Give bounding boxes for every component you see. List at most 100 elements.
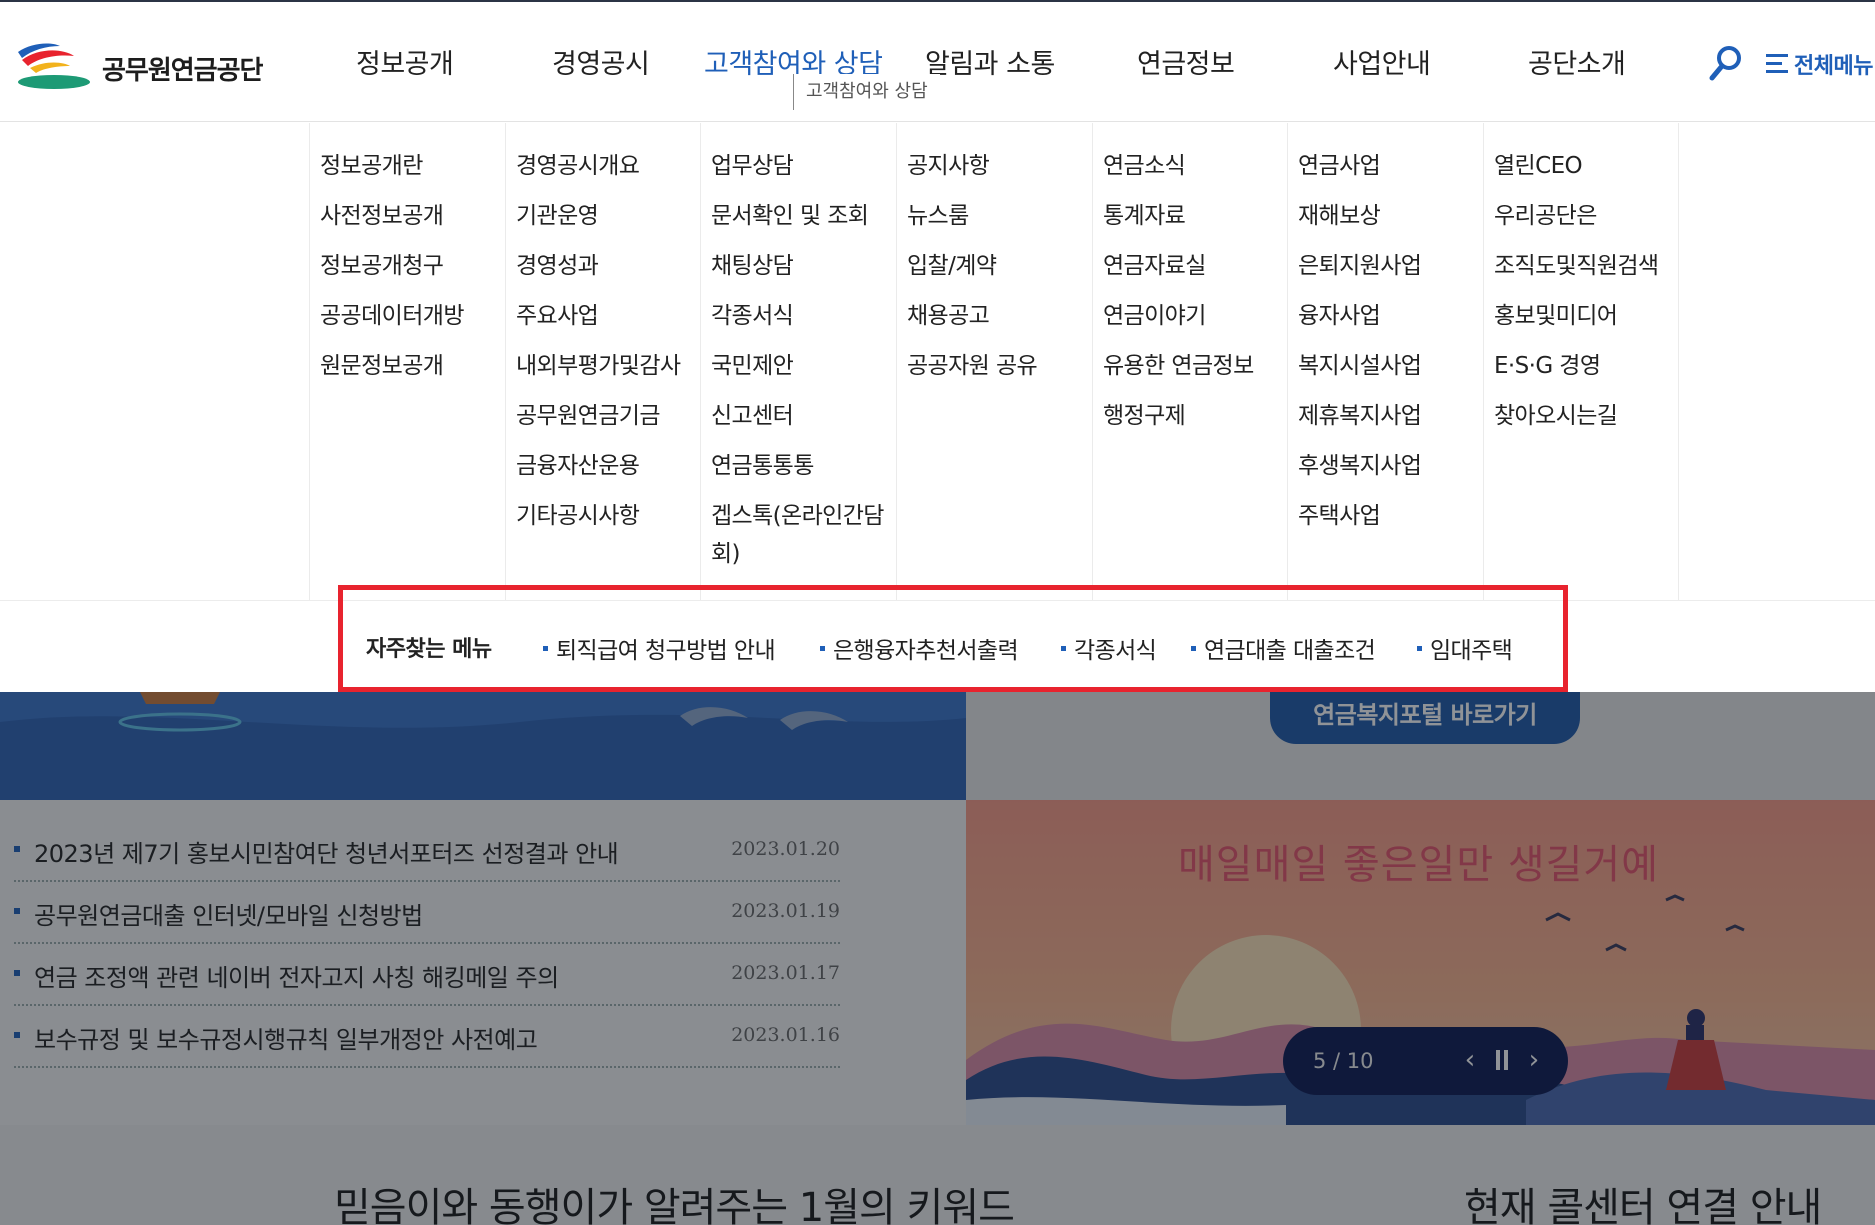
menu-item[interactable]: 업무상담 — [711, 141, 896, 191]
menu-item[interactable]: 열린CEO — [1494, 141, 1678, 191]
notice-list: 2023년 제7기 홍보시민참여단 청년서포터즈 선정결과 안내 2023.01… — [0, 800, 966, 1125]
menu-item[interactable]: 후생복지사업 — [1298, 441, 1483, 491]
quick-link-retirement-claim[interactable]: 퇴직급여 청구방법 안내 — [543, 631, 776, 665]
menu-item[interactable]: 겝스톡(온라인간담회) — [711, 491, 891, 573]
menu-item[interactable]: 공공자원 공유 — [907, 341, 1092, 391]
notice-title-text: 연금 조정액 관련 네이버 전자고지 사칭 해킹메일 주의 — [34, 964, 559, 992]
menu-item[interactable]: 공공데이터개방 — [320, 291, 505, 341]
menu-item[interactable]: 연금사업 — [1298, 141, 1483, 191]
mega-column-business-guide: 연금사업 재해보상 은퇴지원사업 융자사업 복지시설사업 제휴복지사업 후생복지… — [1287, 123, 1483, 600]
ocean-illustration — [0, 692, 966, 800]
bullet-icon — [14, 908, 20, 914]
menu-item[interactable]: 신고센터 — [711, 391, 896, 441]
menu-item[interactable]: 연금통통통 — [711, 441, 896, 491]
menu-item[interactable]: 조직도및직원검색 — [1494, 241, 1678, 291]
banner-pager: 5 / 10 ‹ › — [1283, 1027, 1568, 1095]
mega-column-news-communication: 공지사항 뉴스룸 입찰/계약 채용공고 공공자원 공유 — [896, 123, 1092, 600]
menu-item[interactable]: 연금소식 — [1103, 141, 1288, 191]
notice-date: 2023.01.20 — [731, 838, 840, 860]
chevron-left-icon[interactable]: ‹ — [1457, 1045, 1483, 1075]
mega-column-customer-participation: 업무상담 문서확인 및 조회 채팅상담 각종서식 국민제안 신고센터 연금통통통… — [700, 123, 896, 600]
notice-title: 보수규정 및 보수규정시행규칙 일부개정안 사전예고 — [14, 1020, 538, 1055]
menu-item[interactable]: 채팅상담 — [711, 241, 896, 291]
quick-link-label: 은행융자추천서출력 — [833, 638, 1019, 664]
pause-icon[interactable] — [1489, 1045, 1515, 1075]
notice-item[interactable]: 연금 조정액 관련 네이버 전자고지 사칭 해킹메일 주의 2023.01.17 — [14, 944, 840, 1006]
menu-item[interactable]: E·S·G 경영 — [1494, 341, 1678, 391]
notice-title-text: 보수규정 및 보수규정시행규칙 일부개정안 사전예고 — [34, 1026, 538, 1054]
menu-item[interactable]: 찾아오시는길 — [1494, 391, 1678, 441]
keyword-section-title: 믿음이와 동행이가 알려주는 1월의 키워드 — [334, 1185, 1015, 1225]
notice-title-text: 공무원연금대출 인터넷/모바일 신청방법 — [34, 902, 423, 930]
search-icon[interactable] — [1708, 44, 1744, 84]
menu-item[interactable]: 경영공시개요 — [516, 141, 701, 191]
menu-item[interactable]: 각종서식 — [711, 291, 896, 341]
notice-item[interactable]: 공무원연금대출 인터넷/모바일 신청방법 2023.01.19 — [14, 882, 840, 944]
menu-item[interactable]: 문서확인 및 조회 — [711, 191, 896, 241]
mega-column-management-disclosure: 경영공시개요 기관운영 경영성과 주요사업 내외부평가및감사 공무원연금기금 금… — [505, 123, 701, 600]
notice-title: 2023년 제7기 홍보시민참여단 청년서포터즈 선정결과 안내 — [14, 834, 619, 869]
menu-item[interactable]: 융자사업 — [1298, 291, 1483, 341]
welfare-portal-button[interactable]: 연금복지포털 바로가기 — [1270, 692, 1580, 744]
gnb-tooltip: 고객참여와 상담 — [793, 74, 940, 110]
menu-item[interactable]: 행정구제 — [1103, 391, 1288, 441]
bullet-icon — [1417, 646, 1422, 651]
menu-item[interactable]: 복지시설사업 — [1298, 341, 1483, 391]
menu-item[interactable]: 기타공시사항 — [516, 491, 701, 541]
menu-item[interactable]: 통계자료 — [1103, 191, 1288, 241]
site-logo[interactable]: 공무원연금공단 — [16, 40, 306, 90]
menu-item[interactable]: 홍보및미디어 — [1494, 291, 1678, 341]
gnb-about[interactable]: 공단소개 — [1528, 42, 1626, 81]
quick-link-rental-housing[interactable]: 임대주택 — [1417, 631, 1513, 665]
menu-item[interactable]: 내외부평가및감사 — [516, 341, 701, 391]
site-header: 공무원연금공단 정보공개 경영공시 고객참여와 상담 알림과 소통 연금정보 사… — [0, 2, 1875, 122]
menu-item[interactable]: 주요사업 — [516, 291, 701, 341]
menu-item[interactable]: 정보공개란 — [320, 141, 505, 191]
menu-item[interactable]: 입찰/계약 — [907, 241, 1092, 291]
menu-item[interactable]: 뉴스룸 — [907, 191, 1092, 241]
quick-link-pension-loan-terms[interactable]: 연금대출 대출조건 — [1191, 631, 1376, 665]
menu-item[interactable]: 연금자료실 — [1103, 241, 1288, 291]
menu-item[interactable]: 사전정보공개 — [320, 191, 505, 241]
menu-item[interactable]: 연금이야기 — [1103, 291, 1288, 341]
menu-item[interactable]: 주택사업 — [1298, 491, 1483, 541]
menu-item[interactable]: 공지사항 — [907, 141, 1092, 191]
menu-item[interactable]: 공무원연금기금 — [516, 391, 701, 441]
menu-item[interactable]: 우리공단은 — [1494, 191, 1678, 241]
menu-item[interactable]: 경영성과 — [516, 241, 701, 291]
gnb-info-disclosure[interactable]: 정보공개 — [356, 42, 454, 81]
all-menu-button[interactable]: 전체메뉴 — [1766, 46, 1873, 82]
callcenter-section-title: 현재 콜센터 연결 안내 — [1464, 1185, 1822, 1225]
menu-item[interactable]: 금융자산운용 — [516, 441, 701, 491]
menu-item[interactable]: 재해보상 — [1298, 191, 1483, 241]
quick-link-bank-loan-recommendation[interactable]: 은행융자추천서출력 — [820, 631, 1019, 665]
menu-item[interactable]: 유용한 연금정보 — [1103, 341, 1288, 391]
bullet-icon — [14, 1032, 20, 1038]
menu-item[interactable]: 원문정보공개 — [320, 341, 505, 391]
hamburger-icon — [1766, 54, 1788, 73]
menu-item[interactable]: 국민제안 — [711, 341, 896, 391]
menu-item[interactable]: 채용공고 — [907, 291, 1092, 341]
gnb-pension-info[interactable]: 연금정보 — [1137, 42, 1235, 81]
quick-link-label: 임대주택 — [1430, 638, 1513, 664]
notice-title: 공무원연금대출 인터넷/모바일 신청방법 — [14, 896, 423, 931]
main-content: 연금복지포털 바로가기 2023년 제7기 홍보시민참여단 청년서포터즈 선정결… — [0, 692, 1875, 1225]
menu-item[interactable]: 은퇴지원사업 — [1298, 241, 1483, 291]
quick-link-forms[interactable]: 각종서식 — [1061, 631, 1157, 665]
menu-item[interactable]: 기관운영 — [516, 191, 701, 241]
menu-item[interactable]: 제휴복지사업 — [1298, 391, 1483, 441]
bullet-icon — [1191, 646, 1196, 651]
logo-mark-icon — [18, 43, 90, 89]
gnb-management-disclosure[interactable]: 경영공시 — [552, 42, 650, 81]
gnb-business-guide[interactable]: 사업안내 — [1333, 42, 1431, 81]
quick-link-label: 퇴직급여 청구방법 안내 — [556, 638, 776, 664]
bottom-section: 믿음이와 동행이가 알려주는 1월의 키워드 현재 콜센터 연결 안내 — [0, 1125, 1875, 1225]
quick-link-label: 각종서식 — [1074, 638, 1157, 664]
chevron-right-icon[interactable]: › — [1521, 1045, 1547, 1075]
menu-item[interactable]: 정보공개청구 — [320, 241, 505, 291]
notice-item[interactable]: 2023년 제7기 홍보시민참여단 청년서포터즈 선정결과 안내 2023.01… — [14, 820, 840, 882]
notice-date: 2023.01.17 — [731, 962, 840, 984]
notice-item[interactable]: 보수규정 및 보수규정시행규칙 일부개정안 사전예고 2023.01.16 — [14, 1006, 840, 1068]
bullet-icon — [543, 646, 548, 651]
gnb-news-communication[interactable]: 알림과 소통 — [925, 42, 1055, 81]
